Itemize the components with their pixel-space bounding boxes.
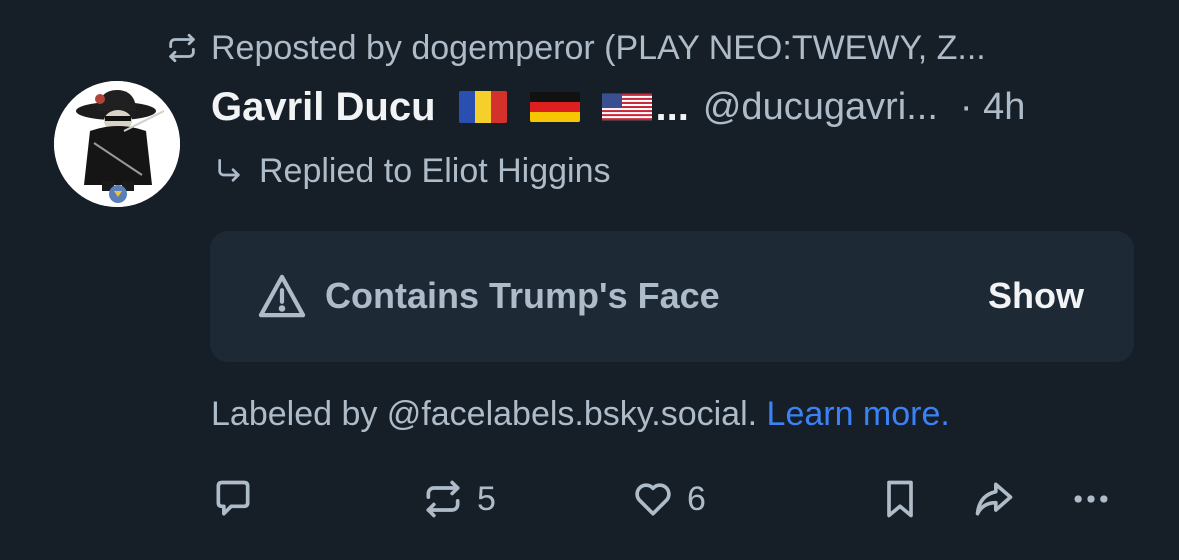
bookmark-button[interactable] bbox=[878, 474, 922, 524]
usa-flag-icon bbox=[601, 91, 652, 123]
show-content-button[interactable]: Show bbox=[988, 273, 1084, 319]
like-button[interactable]: 6 bbox=[631, 474, 706, 524]
post-timestamp[interactable]: · 4h bbox=[960, 86, 1025, 129]
content-warning-box[interactable]: Contains Trump's Face Show bbox=[210, 231, 1134, 362]
ellipsis-icon bbox=[1074, 495, 1108, 503]
heart-icon bbox=[635, 483, 671, 516]
replied-to-text: Replied to Eliot Higgins bbox=[259, 151, 611, 190]
like-count: 6 bbox=[687, 479, 706, 518]
warning-icon bbox=[258, 274, 306, 318]
bookmark-icon bbox=[887, 480, 913, 518]
author-handle[interactable]: @ducugavri... bbox=[703, 86, 938, 129]
reposted-by[interactable]: Reposted by dogemperor (PLAY NEO:TWEWY, … bbox=[165, 26, 986, 70]
repost-button[interactable]: 5 bbox=[421, 474, 496, 524]
learn-more-link[interactable]: Learn more. bbox=[767, 395, 950, 433]
labeled-by: Labeled by @facelabels.bsky.social. Lear… bbox=[211, 392, 950, 436]
labeled-by-text: Labeled by @facelabels.bsky.social. bbox=[211, 395, 758, 433]
display-name-ellipsis: ... bbox=[655, 84, 689, 129]
reply-icon bbox=[216, 480, 250, 516]
replied-to[interactable]: Replied to Eliot Higgins bbox=[213, 150, 611, 192]
reply-button[interactable] bbox=[211, 474, 255, 524]
repost-count: 5 bbox=[477, 479, 496, 518]
avatar-image bbox=[54, 81, 180, 207]
germany-flag-icon bbox=[529, 91, 580, 123]
post-header: Gavril Ducu ... @ducugavri... · 4h bbox=[211, 80, 1141, 134]
share-arrow-icon bbox=[975, 482, 1013, 516]
content-warning-text: Contains Trump's Face bbox=[325, 275, 720, 316]
romania-flag-icon bbox=[458, 91, 508, 123]
reposted-by-text: Reposted by dogemperor (PLAY NEO:TWEWY, … bbox=[211, 28, 986, 67]
share-button[interactable] bbox=[972, 474, 1016, 524]
avatar[interactable] bbox=[54, 81, 180, 207]
repost-icon bbox=[426, 480, 460, 518]
reply-arrow-icon bbox=[218, 159, 240, 182]
author-display-name[interactable]: Gavril Ducu bbox=[211, 85, 436, 130]
more-options-button[interactable] bbox=[1069, 474, 1113, 524]
repost-icon bbox=[169, 33, 195, 63]
